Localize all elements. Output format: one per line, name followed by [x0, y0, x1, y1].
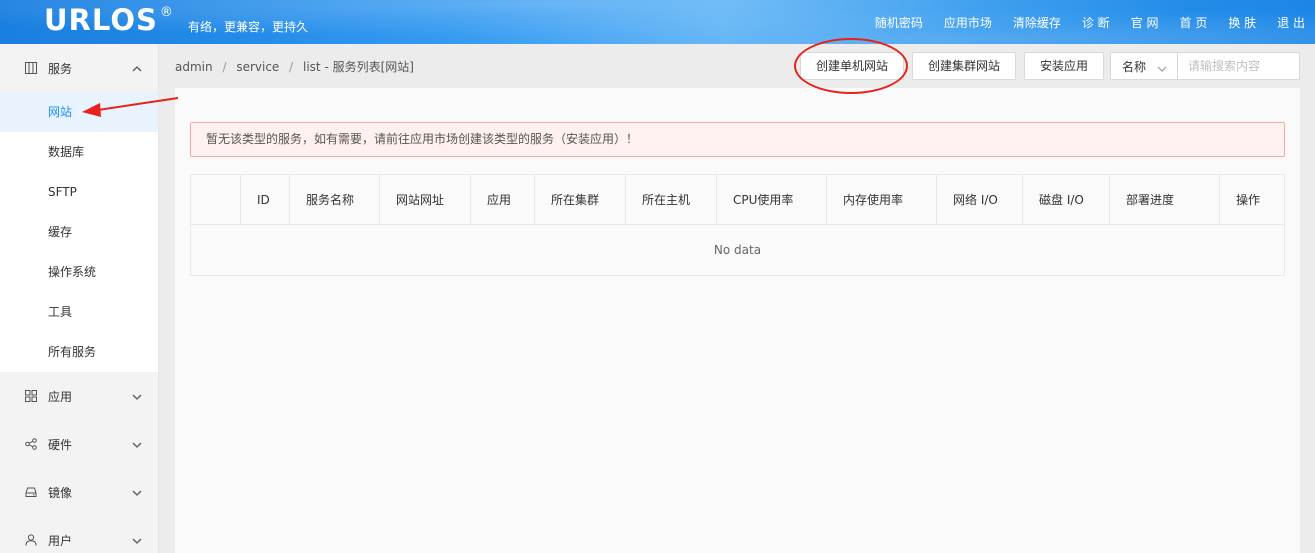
- annotation-arrow-icon: [82, 97, 179, 117]
